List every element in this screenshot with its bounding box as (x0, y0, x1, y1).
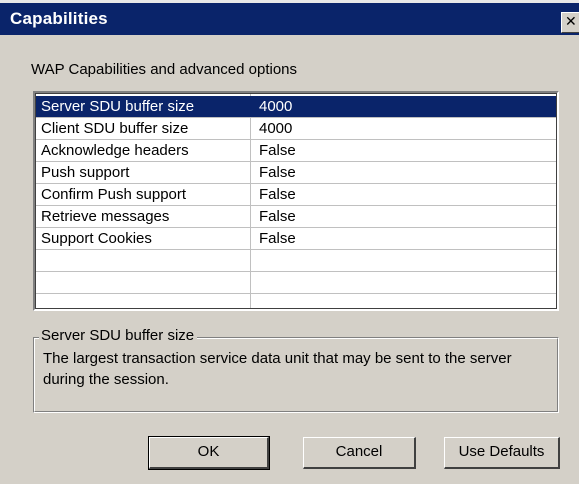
grid-row[interactable] (36, 272, 556, 294)
property-value-cell[interactable]: False (259, 208, 296, 225)
description-text: The largest transaction service data uni… (43, 350, 512, 388)
property-name-cell: Client SDU buffer size (41, 120, 189, 137)
grid-row[interactable] (36, 294, 556, 308)
grid-row[interactable]: Support Cookies False (36, 228, 556, 250)
property-value-cell[interactable]: False (259, 142, 296, 159)
property-value-cell[interactable]: False (259, 230, 296, 247)
grid-row[interactable]: Confirm Push support False (36, 184, 556, 206)
description-title: Server SDU buffer size (39, 327, 198, 344)
grid-row[interactable]: Server SDU buffer size 4000 (36, 96, 556, 118)
property-name-cell: Acknowledge headers (41, 142, 189, 159)
grid-row[interactable]: Retrieve messages False (36, 206, 556, 228)
window-title: Capabilities (10, 9, 108, 28)
grid-row[interactable]: Push support False (36, 162, 556, 184)
property-name-cell: Retrieve messages (41, 208, 170, 225)
grid-row[interactable]: Client SDU buffer size 4000 (36, 118, 556, 140)
property-name-cell: Push support (41, 164, 130, 181)
close-button[interactable]: ✕ (561, 12, 579, 33)
grid-body: Server SDU buffer size 4000 Client SDU buf… (36, 94, 556, 308)
property-value-cell[interactable]: False (259, 164, 296, 181)
property-value-cell[interactable]: False (259, 186, 296, 203)
cancel-button[interactable]: Cancel (303, 437, 416, 469)
title-bar[interactable]: Capabilities ✕ (0, 0, 579, 35)
property-name-cell: Server SDU buffer size (41, 98, 195, 115)
group-label: WAP Capabilities and advanced options (31, 61, 298, 78)
property-value-cell[interactable]: 4000 (259, 98, 292, 115)
property-name-cell: Support Cookies (41, 230, 152, 247)
capabilities-dialog: Capabilities ✕ WAP Capabilities and adva… (0, 0, 579, 484)
use-defaults-button[interactable]: Use Defaults (444, 437, 560, 469)
close-icon: ✕ (565, 14, 577, 30)
grid-row[interactable]: Acknowledge headers False (36, 140, 556, 162)
ok-button[interactable]: OK (148, 436, 270, 470)
property-value-cell[interactable]: 4000 (259, 120, 292, 137)
grid-row[interactable] (36, 250, 556, 272)
capabilities-grid[interactable]: Server SDU buffer size 4000 Client SDU buf… (33, 91, 559, 311)
property-name-cell: Confirm Push support (41, 186, 187, 203)
